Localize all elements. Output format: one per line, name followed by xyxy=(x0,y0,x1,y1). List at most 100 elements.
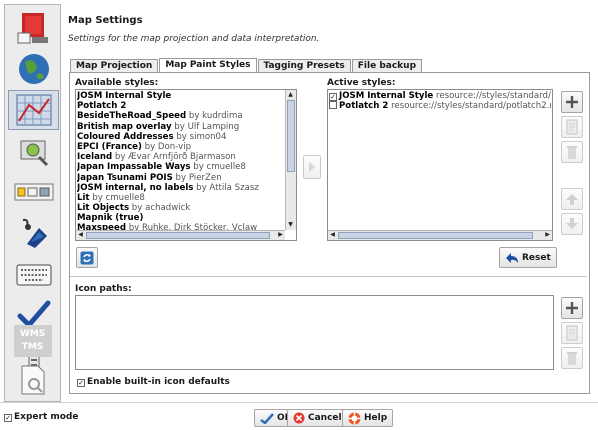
list-item[interactable]: Lit Objects by achadwick xyxy=(77,203,284,213)
reset-button-label: Reset xyxy=(522,252,551,263)
connection-icon xyxy=(20,140,48,167)
edit-icon-path-button[interactable] xyxy=(561,322,583,344)
sidebar-item-map-settings[interactable] xyxy=(8,90,59,130)
style-name: JOSM Internal Style xyxy=(339,91,434,101)
enable-icon-defaults-label: Enable built-in icon defaults xyxy=(87,377,230,387)
available-vertical-scrollbar[interactable]: ▲ ▼ xyxy=(285,90,296,230)
map-globe-icon xyxy=(18,54,49,84)
list-item[interactable]: ✓ JOSM Internal Style resource://styles/s… xyxy=(329,91,551,101)
scroll-left-arrow-icon[interactable]: ◀ xyxy=(76,231,85,239)
list-item[interactable]: British map overlay by Ulf Lamping xyxy=(77,122,284,132)
list-item[interactable]: JOSM internal, no labels by Attila Szasz xyxy=(77,183,284,193)
list-item[interactable]: Potlatch 2 xyxy=(77,101,284,111)
sidebar-item-shortcuts[interactable] xyxy=(8,254,59,294)
checkbox-checked-icon[interactable]: ✓ xyxy=(329,93,337,101)
undo-arrow-icon xyxy=(506,252,518,263)
scrollbar-thumb[interactable] xyxy=(86,232,270,239)
style-author: by cmuelle8 xyxy=(190,162,246,173)
active-horizontal-scrollbar[interactable]: ◀ ▶ xyxy=(328,230,552,240)
available-styles-list[interactable]: JOSM Internal Style Potlatch 2 BesideTheRo… xyxy=(75,89,297,241)
list-item[interactable]: Iceland by Ævar Arnfjörð Bjarmason xyxy=(77,152,284,162)
plus-icon xyxy=(566,302,578,314)
style-source: resource://styles/standard/elemstyles.ma… xyxy=(435,91,551,101)
list-item[interactable]: Coloured Addresses by simon04 xyxy=(77,132,284,142)
enable-icon-defaults-checkbox[interactable]: ✓ Enable built-in icon defaults xyxy=(77,377,230,387)
expert-mode-label: Expert mode xyxy=(14,412,79,422)
style-source: resource://styles/standard/potlatch2.map… xyxy=(391,101,551,112)
active-styles-label: Active styles: xyxy=(327,78,396,88)
move-up-button[interactable] xyxy=(561,188,583,210)
tab-map-projection[interactable]: Map Projection xyxy=(70,59,159,73)
sidebar-item-imagery[interactable]: WMS TMS xyxy=(7,323,58,359)
style-name: Mapnik (true) xyxy=(77,213,144,224)
sidebar-item-display[interactable] xyxy=(8,8,59,48)
sidebar-item-audio[interactable] xyxy=(8,213,59,253)
sidebar-item-toolbar[interactable] xyxy=(8,172,59,212)
refresh-icon xyxy=(80,251,94,264)
delete-style-button[interactable] xyxy=(561,141,583,163)
sidebar-item-connection[interactable] xyxy=(8,131,59,171)
list-item[interactable]: Lit by cmuelle8 xyxy=(77,193,284,203)
help-button[interactable]: Help xyxy=(342,409,394,427)
scrollbar-thumb[interactable] xyxy=(338,232,533,239)
page-title: Map Settings xyxy=(68,15,143,26)
style-name: Coloured Addresses xyxy=(77,131,174,142)
ok-icon xyxy=(260,413,274,424)
style-name: JOSM Internal Style xyxy=(77,91,172,101)
style-author: by kudrdima xyxy=(186,111,243,122)
expert-mode-checkbox[interactable]: ✓ Expert mode xyxy=(4,412,78,422)
available-horizontal-scrollbar[interactable]: ◀ ▶ xyxy=(76,230,285,240)
list-item[interactable]: JOSM Internal Style xyxy=(77,91,284,101)
reset-button[interactable]: Reset xyxy=(499,247,557,268)
tab-file-backup[interactable]: File backup xyxy=(351,59,423,73)
sidebar-item-map-projection[interactable] xyxy=(8,49,59,89)
scroll-right-arrow-icon[interactable]: ▶ xyxy=(276,231,285,239)
scroll-up-arrow-icon[interactable]: ▲ xyxy=(286,91,295,99)
cancel-button[interactable]: Cancel xyxy=(287,409,348,427)
add-style-button[interactable] xyxy=(561,91,583,113)
footer-divider xyxy=(0,402,598,403)
sidebar-item-plugins[interactable] xyxy=(7,362,58,398)
style-author: by achadwick xyxy=(129,203,191,214)
checkbox-checked-icon: ✓ xyxy=(4,414,12,422)
help-icon xyxy=(348,412,361,424)
delete-icon-path-button[interactable] xyxy=(561,347,583,369)
edit-style-button[interactable] xyxy=(561,116,583,138)
style-author: by Don-vip xyxy=(141,141,192,152)
display-icon xyxy=(17,13,48,44)
list-item[interactable]: BesideTheRoad_Speed by kudrdima xyxy=(77,111,284,121)
style-author: by Ulf Lamping xyxy=(171,121,240,132)
refresh-button[interactable] xyxy=(76,247,98,268)
icon-paths-label: Icon paths: xyxy=(75,284,132,294)
tab-map-paint-styles[interactable]: Map Paint Styles xyxy=(159,58,257,73)
trash-icon xyxy=(567,146,577,159)
list-item[interactable]: Potlatch 2 resource://styles/standard/po… xyxy=(329,101,551,111)
list-item[interactable]: Japan Tsunami POIS by PierZen xyxy=(77,173,284,183)
list-item[interactable]: Japan Impassable Ways by cmuelle8 xyxy=(77,162,284,172)
style-name: Lit xyxy=(77,192,90,203)
style-author: by Ævar Arnfjörð Bjarmason xyxy=(112,152,236,163)
scroll-down-arrow-icon[interactable]: ▼ xyxy=(286,221,295,229)
list-item[interactable]: EPCI (France) by Don-vip xyxy=(77,142,284,152)
activate-style-button[interactable] xyxy=(303,155,321,179)
style-name: Lit Objects xyxy=(77,203,130,214)
style-name: Japan Impassable Ways xyxy=(77,162,191,173)
list-item[interactable]: Mapnik (true) xyxy=(77,213,284,223)
move-down-button[interactable] xyxy=(561,213,583,235)
icon-paths-list[interactable] xyxy=(75,295,554,370)
style-author: by PierZen xyxy=(172,172,222,183)
keyboard-icon xyxy=(16,264,51,286)
audio-icon xyxy=(22,218,47,248)
add-icon-path-button[interactable] xyxy=(561,297,583,319)
scroll-left-arrow-icon[interactable]: ◀ xyxy=(328,231,337,239)
active-styles-list[interactable]: ✓ JOSM Internal Style resource://styles/s… xyxy=(327,89,553,241)
scroll-right-arrow-icon[interactable]: ▶ xyxy=(543,231,552,239)
tab-tagging-presets[interactable]: Tagging Presets xyxy=(257,59,351,73)
style-author: by cmuelle8 xyxy=(89,192,145,203)
scrollbar-thumb[interactable] xyxy=(287,100,295,172)
style-name: JOSM internal, no labels xyxy=(77,182,194,193)
plus-icon xyxy=(566,96,578,108)
arrow-up-icon xyxy=(566,194,578,205)
checkbox-unchecked-icon[interactable] xyxy=(329,101,337,110)
style-name: Potlatch 2 xyxy=(77,101,127,112)
